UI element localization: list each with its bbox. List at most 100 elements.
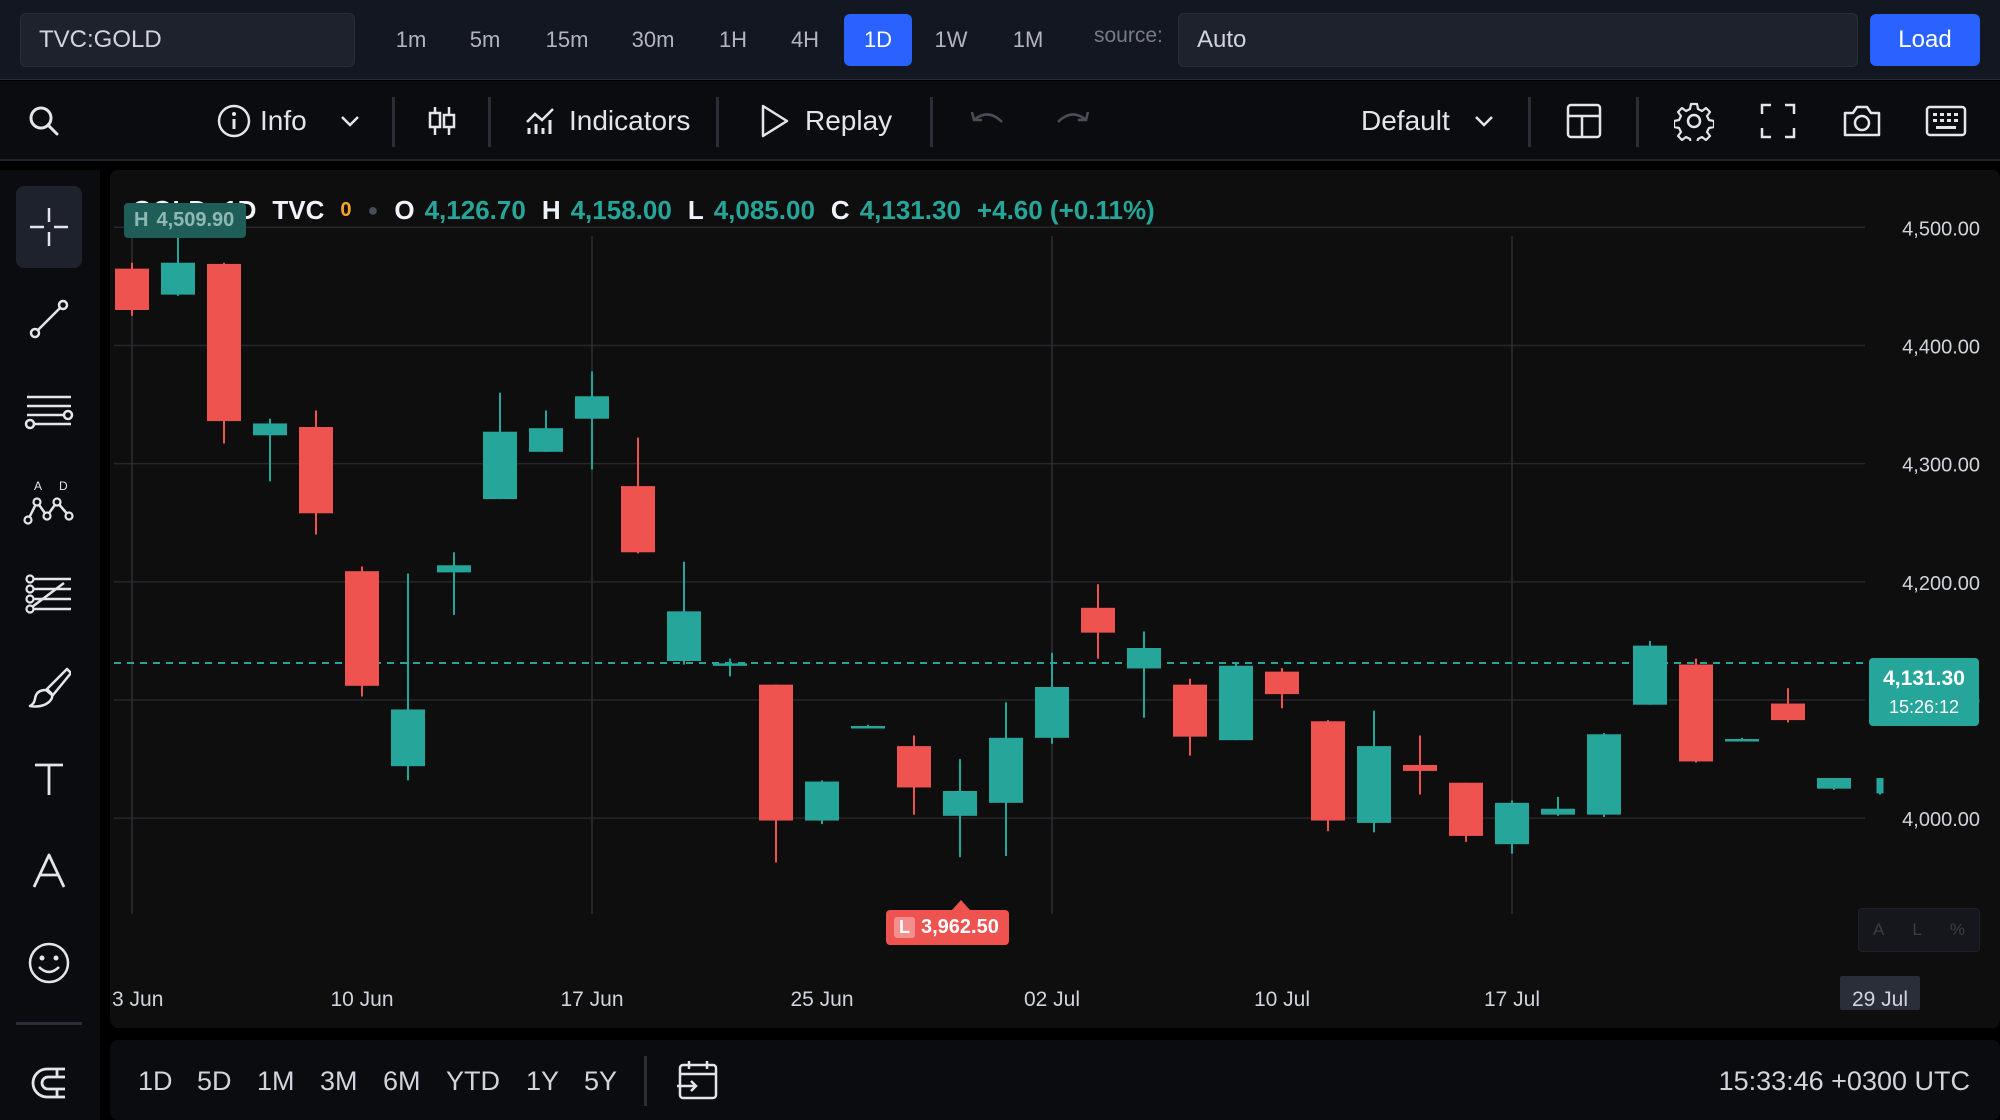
candle-body xyxy=(1771,703,1805,721)
crosshair-icon xyxy=(30,208,68,246)
replay-label[interactable]: Replay xyxy=(805,105,892,137)
range-1d[interactable]: 1D xyxy=(138,1066,173,1097)
candle-body xyxy=(1817,778,1851,789)
timeframe-4h[interactable]: 4H xyxy=(772,14,838,66)
high-marker: H 4,509.90 xyxy=(124,203,247,238)
toolbar-divider xyxy=(1528,97,1531,147)
trend-line-icon xyxy=(29,299,69,339)
candle-body xyxy=(1679,664,1713,762)
candle-body xyxy=(1403,765,1437,771)
chevron-down-icon[interactable] xyxy=(1460,97,1508,145)
tool-font[interactable] xyxy=(16,830,82,912)
drawing-toolbar: A D xyxy=(0,170,100,1120)
legend-high-label: H xyxy=(541,194,561,225)
candle-body xyxy=(483,431,517,500)
y-tick-label: 4,000.00 xyxy=(1902,809,1980,831)
tool-fib[interactable] xyxy=(16,554,82,636)
play-icon[interactable] xyxy=(750,97,798,145)
timeframe-1w[interactable]: 1W xyxy=(918,14,984,66)
indicators-label[interactable]: Indicators xyxy=(569,105,690,137)
redo-icon[interactable] xyxy=(1048,97,1096,145)
last-price-value: 4,131.30 xyxy=(1883,667,1965,690)
calendar-goto-icon[interactable] xyxy=(676,1058,720,1107)
chevron-down-icon[interactable] xyxy=(326,97,374,145)
toolbar-divider xyxy=(716,97,719,147)
candle-body xyxy=(1265,671,1299,695)
symbol-input[interactable] xyxy=(20,13,355,67)
layout-icon[interactable] xyxy=(1560,97,1608,145)
tool-brush[interactable] xyxy=(16,646,82,728)
candles-icon[interactable] xyxy=(418,97,466,145)
load-button[interactable]: Load xyxy=(1870,14,1980,66)
candle-body xyxy=(391,709,425,767)
low-marker-arrow xyxy=(952,900,970,910)
chart-panel[interactable]: 4,000.004,100.004,200.004,300.004,400.00… xyxy=(110,170,2000,1028)
info-icon[interactable] xyxy=(210,97,258,145)
brush-icon xyxy=(28,667,71,708)
candle-body xyxy=(1587,734,1621,815)
clock[interactable]: 15:33:46 +0300 UTC xyxy=(1719,1066,1970,1097)
candle-body xyxy=(621,486,655,553)
pattern-letter-a: A xyxy=(34,479,42,493)
timeframe-1mo[interactable]: 1M xyxy=(994,14,1062,66)
undo-icon[interactable] xyxy=(964,97,1012,145)
candle-body xyxy=(1357,746,1391,823)
range-6m[interactable]: 6M xyxy=(383,1066,421,1097)
tool-magnet[interactable] xyxy=(16,1042,82,1120)
layout-select-label[interactable]: Default xyxy=(1361,105,1450,137)
camera-icon[interactable] xyxy=(1838,97,1886,145)
candle-body xyxy=(345,571,379,686)
range-3m[interactable]: 3M xyxy=(320,1066,358,1097)
timeframe-1h[interactable]: 1H xyxy=(700,14,766,66)
x-tick-label: 10 Jun xyxy=(330,988,393,1011)
tool-emoji[interactable] xyxy=(16,922,82,1004)
x-tick-label: 3 Jun xyxy=(112,988,163,1011)
candle-body xyxy=(989,737,1023,803)
tool-horizontal-lines[interactable] xyxy=(16,370,82,452)
low-marker-letter: L xyxy=(894,917,915,938)
x-tick-label: 17 Jul xyxy=(1484,988,1540,1011)
pattern-icon: A D xyxy=(23,479,74,525)
tool-text[interactable] xyxy=(16,738,82,820)
source-input[interactable] xyxy=(1178,13,1858,67)
range-1y[interactable]: 1Y xyxy=(526,1066,559,1097)
range-5y[interactable]: 5Y xyxy=(584,1066,617,1097)
search-icon[interactable] xyxy=(20,97,68,145)
gear-icon[interactable] xyxy=(1670,97,1718,145)
range-ytd[interactable]: YTD xyxy=(446,1066,500,1097)
tool-pattern[interactable]: A D xyxy=(16,462,82,544)
pattern-letter-d: D xyxy=(59,479,68,493)
toolbar-divider xyxy=(1636,97,1639,147)
scale-percent-button[interactable]: % xyxy=(1950,920,1965,940)
timeframe-1m[interactable]: 1m xyxy=(378,14,444,66)
scale-log-button[interactable]: L xyxy=(1912,920,1921,940)
range-5d[interactable]: 5D xyxy=(197,1066,232,1097)
timeframe-30m[interactable]: 30m xyxy=(616,14,690,66)
tool-trend-line[interactable] xyxy=(16,278,82,360)
range-1m[interactable]: 1M xyxy=(257,1066,295,1097)
info-label[interactable]: Info xyxy=(260,105,307,137)
tool-crosshair[interactable] xyxy=(16,186,82,268)
candle-body xyxy=(759,684,793,821)
candle-body xyxy=(1449,782,1483,836)
candle-body xyxy=(1541,808,1575,815)
keyboard-icon[interactable] xyxy=(1922,97,1970,145)
timeframe-1d[interactable]: 1D xyxy=(844,14,912,66)
candle-body xyxy=(299,427,333,514)
legend-open-label: O xyxy=(394,194,415,225)
candlestick-chart[interactable]: 4,000.004,100.004,200.004,300.004,400.00… xyxy=(110,170,2000,1028)
x-tick-label: 25 Jun xyxy=(790,988,853,1011)
legend-high-value: 4,158.00 xyxy=(570,194,672,225)
candle-body xyxy=(115,268,149,310)
scale-auto-button[interactable]: A xyxy=(1873,920,1884,940)
candle-body xyxy=(1173,684,1207,737)
x-tick-label: 29 Jul xyxy=(1852,988,1908,1011)
timeframe-5m[interactable]: 5m xyxy=(452,14,518,66)
fullscreen-icon[interactable] xyxy=(1754,97,1802,145)
timeframe-15m[interactable]: 15m xyxy=(530,14,604,66)
emoji-icon xyxy=(28,942,70,984)
indicators-icon[interactable] xyxy=(516,97,564,145)
y-tick-label: 4,500.00 xyxy=(1902,218,1980,240)
legend-close-value: 4,131.30 xyxy=(859,194,961,225)
legend-change: +4.60 (+0.11%) xyxy=(976,194,1155,225)
